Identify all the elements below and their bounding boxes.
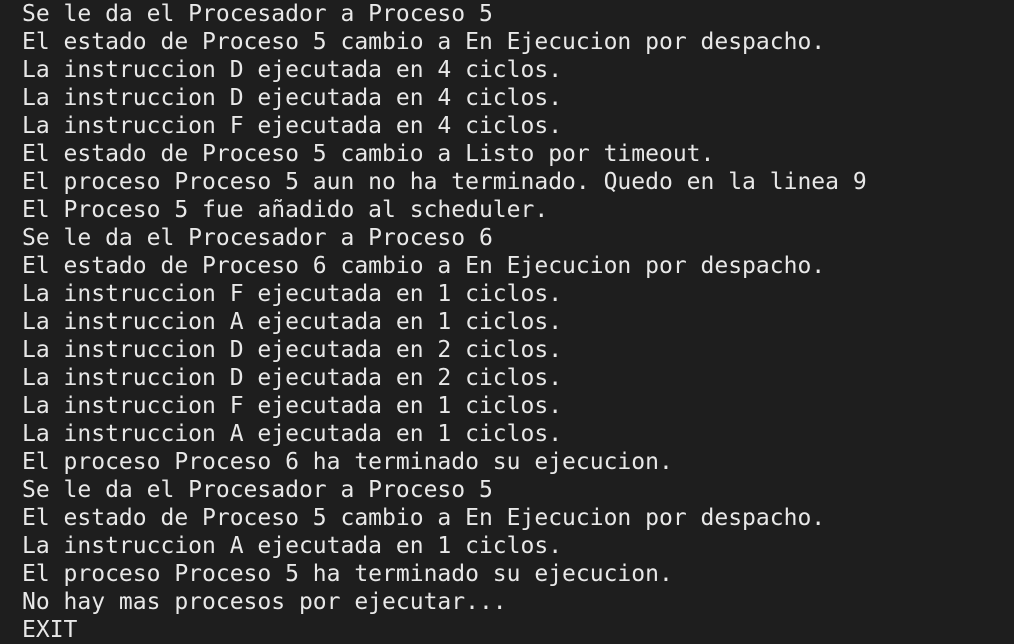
terminal-lines: Se le da el Procesador a Proceso 5 El es… xyxy=(22,0,1014,644)
terminal-line: No hay mas procesos por ejecutar... xyxy=(22,589,507,615)
terminal-line-exit: EXIT xyxy=(22,617,78,643)
terminal-line: El estado de Proceso 5 cambio a Listo po… xyxy=(22,141,715,167)
terminal-line: La instruccion A ejecutada en 1 ciclos. xyxy=(22,309,563,335)
terminal-line: La instruccion D ejecutada en 4 ciclos. xyxy=(22,57,563,83)
terminal-line: Se le da el Procesador a Proceso 6 xyxy=(22,225,493,251)
terminal-line: La instruccion D ejecutada en 4 ciclos. xyxy=(22,85,563,111)
terminal-line: La instruccion A ejecutada en 1 ciclos. xyxy=(22,533,563,559)
terminal-line: Se le da el Procesador a Proceso 5 xyxy=(22,1,493,27)
terminal-line: El estado de Proceso 5 cambio a En Ejecu… xyxy=(22,29,826,55)
terminal-line: La instruccion F ejecutada en 1 ciclos. xyxy=(22,281,563,307)
terminal-line: La instruccion A ejecutada en 1 ciclos. xyxy=(22,421,563,447)
terminal-line: El proceso Proceso 5 aun no ha terminado… xyxy=(22,169,867,195)
terminal-line: Se le da el Procesador a Proceso 5 xyxy=(22,477,493,503)
terminal-line: El Proceso 5 fue añadido al scheduler. xyxy=(22,197,549,223)
terminal-line: La instruccion F ejecutada en 4 ciclos. xyxy=(22,113,563,139)
terminal-line: La instruccion D ejecutada en 2 ciclos. xyxy=(22,365,563,391)
terminal-line: El proceso Proceso 5 ha terminado su eje… xyxy=(22,561,673,587)
terminal-line: El estado de Proceso 6 cambio a En Ejecu… xyxy=(22,253,826,279)
terminal-line: El proceso Proceso 6 ha terminado su eje… xyxy=(22,449,673,475)
terminal-line: La instruccion D ejecutada en 2 ciclos. xyxy=(22,337,563,363)
terminal-line: El estado de Proceso 5 cambio a En Ejecu… xyxy=(22,505,826,531)
terminal-output[interactable]: Se le da el Procesador a Proceso 5 El es… xyxy=(0,0,1014,644)
terminal-line: La instruccion F ejecutada en 1 ciclos. xyxy=(22,393,563,419)
